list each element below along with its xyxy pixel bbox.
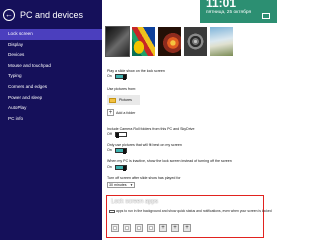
inactive-show-toggle[interactable]: [115, 165, 127, 171]
inactive-show-label: When my PC is inactive, show the lock sc…: [107, 159, 232, 163]
preview-time: 11:01: [206, 0, 237, 10]
include-camera-roll-state: Off: [107, 132, 112, 136]
background-thumbnail[interactable]: [184, 27, 207, 56]
slideshow-state: On: [107, 74, 112, 78]
sidebar-item-devices[interactable]: Devices: [0, 50, 102, 61]
app-placeholder-icon: [137, 226, 141, 230]
include-camera-roll-label: Include Camera Roll folders from this PC…: [107, 127, 195, 131]
sidebar-item-autoplay[interactable]: AutoPlay: [0, 103, 102, 114]
add-lock-app-button[interactable]: +: [171, 224, 179, 232]
sidebar-item-pc-info[interactable]: PC info: [0, 114, 102, 125]
lock-app-slot[interactable]: [123, 224, 131, 232]
notification-icon: [262, 13, 270, 19]
add-folder-label: Add a folder: [116, 110, 136, 115]
duration-select[interactable]: 30 minutes ▼: [107, 182, 135, 188]
choose-box: [109, 209, 115, 213]
sidebar-title: PC and devices: [20, 9, 84, 20]
plus-icon: +: [185, 225, 189, 231]
chevron-down-icon: ▼: [130, 183, 133, 187]
plus-icon: +: [173, 225, 177, 231]
duration-value: 30 minutes: [109, 183, 127, 187]
sidebar-item-typing[interactable]: Typing: [0, 71, 102, 82]
add-lock-app-button[interactable]: +: [183, 224, 191, 232]
only-fit-pictures-label: Only use pictures that will fit best on …: [107, 143, 182, 147]
sidebar: ← PC and devices Lock screen Display Dev…: [0, 0, 102, 240]
add-folder-button[interactable]: + Add a folder: [107, 109, 135, 116]
folder-icon: [109, 97, 116, 103]
only-fit-pictures-toggle[interactable]: [115, 148, 127, 154]
app-placeholder-icon: [113, 226, 117, 230]
folder-label: Pictures: [119, 98, 132, 102]
background-thumbnail[interactable]: [210, 27, 233, 56]
back-button[interactable]: ←: [3, 9, 15, 21]
lock-screen-preview: 11:01 пятница, 25 октября: [200, 0, 277, 23]
lock-screen-apps-title: Lock screen apps: [111, 199, 159, 205]
sidebar-items: Lock screen Display Devices Mouse and to…: [0, 29, 102, 124]
lock-app-slot[interactable]: [135, 224, 143, 232]
lock-app-slot[interactable]: [147, 224, 155, 232]
lock-screen-apps-section: Lock screen apps apps to run in the back…: [106, 195, 272, 238]
lock-screen-apps-slots: + + +: [111, 224, 191, 232]
app-placeholder-icon: [149, 226, 153, 230]
preview-date: пятница, 25 октября: [206, 10, 252, 15]
background-thumbnail[interactable]: [158, 27, 181, 56]
plus-icon: +: [107, 109, 114, 116]
sidebar-item-lock-screen[interactable]: Lock screen: [0, 29, 102, 40]
add-lock-app-button[interactable]: +: [159, 224, 167, 232]
sidebar-header: ← PC and devices: [0, 8, 102, 22]
only-fit-pictures-state: On: [107, 148, 112, 152]
sidebar-item-corners-edges[interactable]: Corners and edges: [0, 82, 102, 93]
lock-screen-apps-description: apps to run in the background and show q…: [116, 209, 272, 213]
back-arrow-icon: ←: [5, 10, 13, 19]
folder-pictures[interactable]: Pictures: [107, 95, 140, 105]
background-thumbnail[interactable]: [106, 27, 129, 56]
slideshow-label: Play a slide show on the lock screen: [107, 69, 165, 73]
plus-icon: +: [161, 225, 165, 231]
sidebar-item-display[interactable]: Display: [0, 40, 102, 51]
turn-off-screen-label: Turn off screen after slide show has pla…: [107, 176, 181, 180]
lock-app-slot[interactable]: [111, 224, 119, 232]
include-camera-roll-toggle[interactable]: [115, 132, 127, 138]
background-thumbnail[interactable]: [132, 27, 155, 56]
app-placeholder-icon: [125, 226, 129, 230]
sidebar-item-power-sleep[interactable]: Power and sleep: [0, 93, 102, 104]
use-pictures-label: Use pictures from:: [107, 87, 137, 91]
sidebar-item-mouse-touchpad[interactable]: Mouse and touchpad: [0, 61, 102, 72]
lock-screen-apps-description-row: apps to run in the background and show q…: [109, 209, 272, 213]
inactive-show-state: On: [107, 165, 112, 169]
slideshow-toggle[interactable]: [115, 74, 127, 80]
